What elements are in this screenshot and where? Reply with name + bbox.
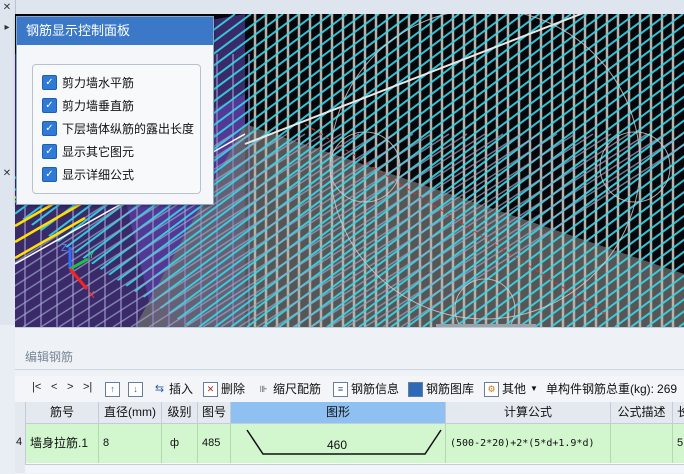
top-strip	[0, 0, 684, 15]
total-weight-label: 单构件钢筋总重(kg):	[546, 382, 655, 396]
dock-arrow-icon[interactable]: ▸	[1, 22, 13, 33]
cell-formula[interactable]: (500-2*20)+2*(5*d+1.9*d)	[446, 424, 611, 463]
ruler-icon: ⊪	[259, 383, 268, 394]
rebar-display-control-panel: 钢筋显示控制面板 ✓ 剪力墙水平筋 ✓ 剪力墙垂直筋 ✓ 下层墙体纵筋的露出长度…	[16, 16, 214, 205]
option-label: 显示详细公式	[62, 167, 135, 182]
col-header-fig-no[interactable]: 图号	[198, 402, 231, 424]
cell-grade[interactable]: ф	[162, 424, 198, 463]
checkbox-checked-icon[interactable]: ✓	[42, 143, 57, 159]
axis-y-label: Y	[88, 250, 95, 261]
total-weight: 单构件钢筋总重(kg): 269	[546, 376, 677, 402]
info-label: 钢筋信息	[351, 382, 400, 396]
option-shear-wall-horizontal[interactable]: ✓ 剪力墙水平筋	[42, 73, 134, 91]
option-label: 显示其它图元	[62, 144, 135, 159]
row-number: 4	[16, 436, 23, 448]
total-weight-value: 269	[657, 382, 678, 396]
checkbox-checked-icon[interactable]: ✓	[42, 74, 57, 90]
cell-fig-no[interactable]: 485	[198, 424, 231, 463]
delete-icon: ✕	[203, 381, 218, 397]
option-label: 下层墙体纵筋的露出长度	[62, 121, 195, 136]
move-down-button[interactable]: ↓	[128, 376, 146, 402]
option-lower-wall-exposed-length[interactable]: ✓ 下层墙体纵筋的露出长度	[42, 119, 194, 137]
axis-x-label: X	[88, 290, 95, 301]
library-icon	[408, 381, 423, 397]
insert-button[interactable]: ⇆ 插入	[153, 376, 193, 402]
nav-last-button[interactable]: >|	[83, 381, 92, 393]
checkbox-checked-icon[interactable]: ✓	[42, 97, 57, 113]
option-shear-wall-vertical[interactable]: ✓ 剪力墙垂直筋	[42, 96, 134, 114]
dock-close-icon[interactable]: ✕	[1, 2, 13, 13]
col-header-shape[interactable]: 图形	[231, 402, 446, 424]
rebar-library-button[interactable]: 钢筋图库	[408, 376, 474, 402]
option-show-other-elements[interactable]: ✓ 显示其它图元	[42, 142, 134, 160]
rebar-info-button[interactable]: ≡ 钢筋信息	[333, 376, 399, 402]
option-show-detailed-formula[interactable]: ✓ 显示详细公式	[42, 165, 134, 183]
cell-bar-no[interactable]: 墙身拉筋.1	[26, 424, 99, 463]
insert-icon: ⇆	[154, 382, 165, 395]
panel-title: 钢筋显示控制面板	[17, 17, 213, 45]
chevron-down-icon: ▼	[530, 384, 538, 393]
option-label: 剪力墙垂直筋	[62, 98, 135, 113]
option-label: 剪力墙水平筋	[62, 75, 135, 90]
col-header-grade[interactable]: 级别	[162, 402, 198, 424]
library-label: 钢筋图库	[426, 382, 475, 396]
dock-close-icon-2[interactable]: ✕	[1, 168, 13, 179]
rebar-toolbar: |< < > >| ↑ ↓ ⇆ 插入 ✕ 删除 ⊪ 缩尺配筋 ≡ 钢筋信息 钢筋…	[15, 376, 684, 403]
insert-label: 插入	[169, 382, 194, 396]
arrow-down-icon: ↓	[128, 381, 143, 397]
col-header-formula[interactable]: 计算公式	[446, 402, 611, 424]
other-label: 其他	[502, 382, 527, 396]
row-header: 4	[15, 402, 26, 473]
table-next-row	[25, 464, 684, 473]
checkbox-checked-icon[interactable]: ✓	[42, 166, 57, 182]
cell-diameter[interactable]: 8	[99, 424, 162, 463]
nav-first-button[interactable]: |<	[32, 381, 41, 393]
rebar-table: 4 筋号 直径(mm) 级别 图号 图形 计算公式 公式描述 长 墙身拉筋.1 …	[15, 402, 684, 473]
cell-length[interactable]: 5	[673, 424, 684, 463]
col-header-bar-no[interactable]: 筋号	[26, 402, 99, 424]
col-header-length[interactable]: 长	[673, 402, 684, 424]
scale-label: 缩尺配筋	[273, 382, 322, 396]
other-menu-button[interactable]: ⚙ 其他 ▼	[484, 376, 538, 402]
delete-button[interactable]: ✕ 删除	[203, 376, 245, 402]
nav-next-button[interactable]: >	[67, 381, 73, 393]
col-header-diameter[interactable]: 直径(mm)	[99, 402, 162, 424]
move-up-button[interactable]: ↑	[105, 376, 123, 402]
document-icon: ≡	[333, 381, 348, 397]
checkbox-checked-icon[interactable]: ✓	[42, 120, 57, 136]
scale-rebar-button[interactable]: ⊪ 缩尺配筋	[257, 376, 321, 402]
nav-prev-button[interactable]: <	[51, 381, 57, 393]
cell-formula-desc[interactable]	[611, 424, 673, 463]
axis-z-label: Z	[61, 243, 67, 254]
gear-icon: ⚙	[484, 381, 499, 397]
cell-shape[interactable]: 460	[231, 424, 446, 463]
edit-panel-title: 编辑钢筋	[25, 350, 74, 364]
shape-length-label: 460	[327, 438, 348, 452]
delete-label: 删除	[221, 382, 246, 396]
arrow-up-icon: ↑	[105, 381, 120, 397]
divider	[15, 369, 684, 370]
col-header-formula-desc[interactable]: 公式描述	[611, 402, 673, 424]
left-dock-strip: ✕ ▸ ✕	[0, 0, 16, 325]
